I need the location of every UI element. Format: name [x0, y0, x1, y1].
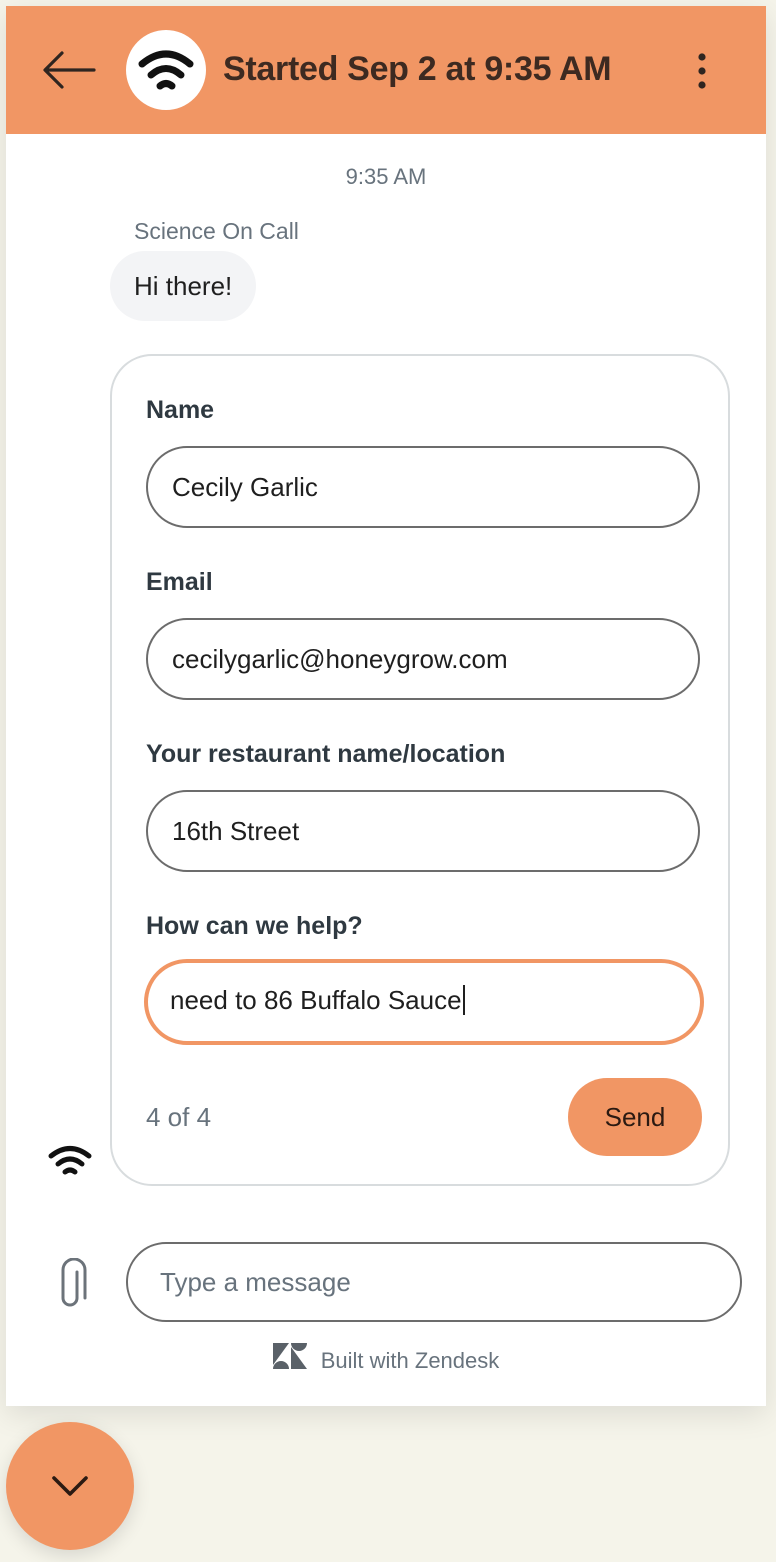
restaurant-label: Your restaurant name/location — [146, 740, 506, 768]
form-step-indicator: 4 of 4 — [146, 1102, 212, 1132]
avatar — [126, 30, 206, 110]
footer-text: Built with Zendesk — [320, 1347, 500, 1373]
wifi-signal-icon — [48, 1146, 92, 1175]
wifi-signal-icon — [138, 50, 194, 90]
attach-button[interactable] — [50, 1257, 90, 1314]
message-timestamp: 9:35 AM — [345, 164, 427, 189]
name-field[interactable]: Cecily Garlic — [146, 446, 700, 528]
more-vertical-icon — [698, 53, 706, 89]
chat-header: Started Sep 2 at 9:35 AM — [6, 6, 766, 134]
zendesk-logo-icon — [272, 1343, 307, 1375]
contact-form: Name Cecily Garlic Email cecilygarlic@ho… — [110, 354, 730, 1186]
more-options-button[interactable] — [682, 46, 722, 96]
powered-by: Built with Zendesk — [6, 1343, 766, 1378]
back-button[interactable] — [36, 40, 100, 100]
send-button[interactable]: Send — [568, 1078, 702, 1156]
help-label: How can we help? — [146, 912, 363, 940]
sender-name: Science On Call — [134, 218, 299, 244]
restaurant-field[interactable]: 16th Street — [146, 790, 700, 872]
text-caret — [462, 985, 465, 1016]
paperclip-icon — [61, 1257, 87, 1307]
help-field-value: need to 86 Buffalo Sauce — [170, 985, 462, 1015]
arrow-left-icon — [43, 51, 96, 89]
message-bubble: Hi there! — [110, 251, 257, 321]
email-field[interactable]: cecilygarlic@honeygrow.com — [146, 618, 700, 700]
help-field[interactable]: need to 86 Buffalo Sauce — [144, 959, 704, 1045]
message-input[interactable]: Type a message — [126, 1242, 742, 1322]
minimize-widget-button[interactable] — [6, 1422, 134, 1550]
email-label: Email — [146, 568, 213, 596]
page-title: Started Sep 2 at 9:35 AM — [223, 50, 612, 88]
chevron-down-icon — [52, 1476, 88, 1496]
bot-avatar — [46, 1142, 94, 1183]
name-label: Name — [146, 396, 215, 424]
chat-widget: Started Sep 2 at 9:35 AM 9:35 AM Science… — [6, 6, 766, 1406]
